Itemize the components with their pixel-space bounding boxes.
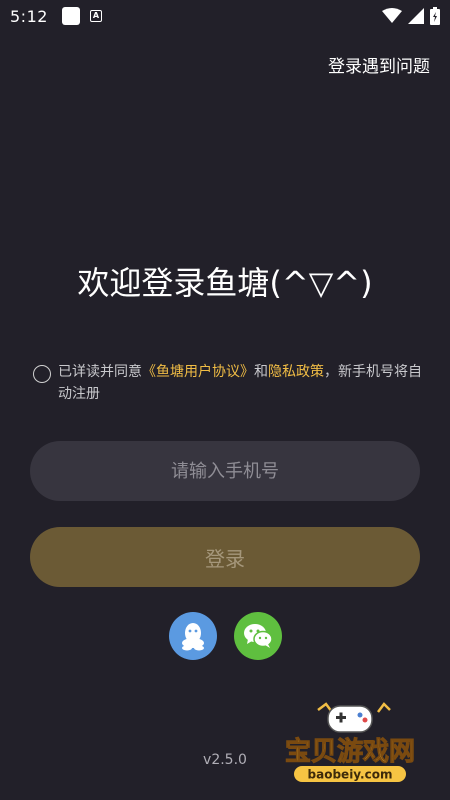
wechat-login-button[interactable]: [233, 612, 282, 660]
status-icons: [382, 7, 440, 25]
login-help-link[interactable]: 登录遇到问题: [328, 52, 430, 77]
wifi-icon: [382, 8, 402, 23]
phone-input[interactable]: [30, 441, 420, 501]
qq-login-button[interactable]: [168, 612, 217, 660]
user-agreement-link[interactable]: 《鱼塘用户协议》: [142, 364, 254, 380]
battery-icon: [430, 7, 440, 25]
agreement-text: 已详读并同意《鱼塘用户协议》和隐私政策，新手机号将自动注册: [58, 361, 423, 405]
status-bar: 5:12 A: [0, 0, 450, 32]
svg-text:宝贝游戏网: 宝贝游戏网: [285, 736, 415, 767]
qq-icon: [181, 623, 204, 651]
gamepad-icon: [317, 702, 391, 733]
svg-text:baobeiy.com: baobeiy.com: [308, 768, 393, 782]
app-a-icon: A: [89, 10, 102, 22]
wechat-icon: [243, 624, 273, 648]
agreement-radio[interactable]: [33, 365, 51, 383]
status-time: 5:12: [10, 6, 48, 26]
agreement-and: 和: [254, 364, 268, 380]
agreement-row: 已详读并同意《鱼塘用户协议》和隐私政策，新手机号将自动注册: [33, 361, 423, 405]
social-login-row: [0, 612, 450, 660]
notification-square-icon: [61, 7, 80, 25]
welcome-title: 欢迎登录鱼塘(^▽^): [77, 264, 373, 302]
signal-icon: [408, 8, 424, 24]
login-button[interactable]: 登录: [30, 527, 420, 587]
watermark-logo: 宝贝游戏网 baobeiy.com: [284, 702, 416, 782]
privacy-policy-link[interactable]: 隐私政策: [268, 364, 324, 380]
agreement-prefix: 已详读并同意: [58, 364, 142, 380]
